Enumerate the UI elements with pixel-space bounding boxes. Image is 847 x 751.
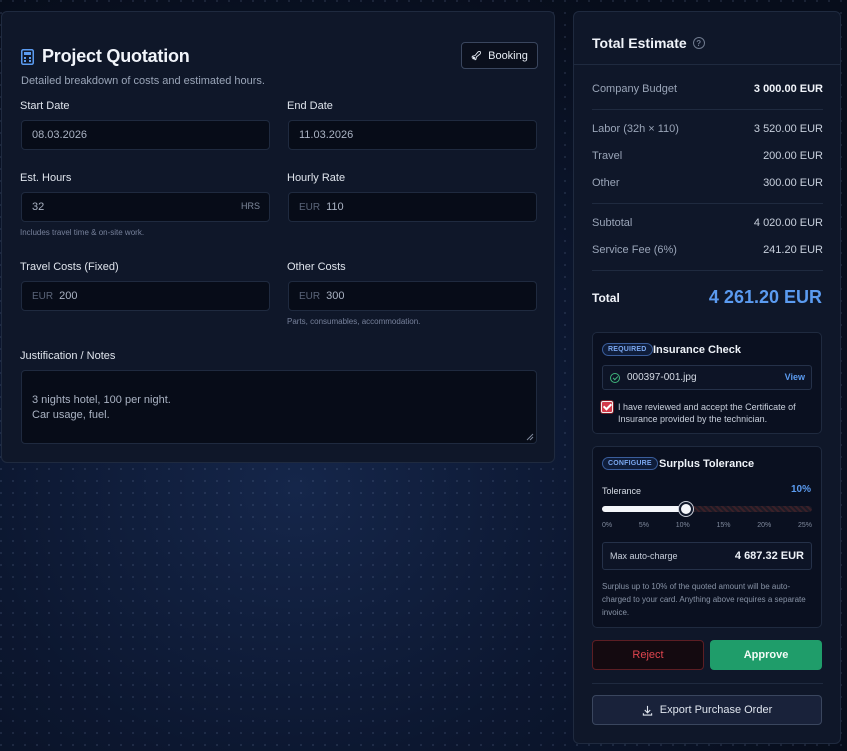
start-date-value: 08.03.2026 [32, 129, 88, 141]
travel-row: Travel 200.00 EUR [592, 150, 823, 162]
file-name: 000397-001.jpg [627, 372, 697, 383]
subtotal-row: Subtotal 4 020.00 EUR [592, 217, 823, 229]
budget-label: Company Budget [592, 83, 677, 95]
required-badge: REQUIRED [602, 343, 653, 356]
est-hours-input[interactable]: 32 HRS [21, 192, 270, 222]
divider [592, 683, 823, 684]
slider-fill [602, 506, 686, 512]
other-row: Other 300.00 EUR [592, 177, 823, 189]
end-date-input[interactable]: 11.03.2026 [288, 120, 537, 150]
travel-costs-value: 200 [59, 290, 78, 302]
other-label: Other [592, 177, 620, 189]
insurance-title: Insurance Check [653, 344, 742, 356]
tolerance-value: 10% [790, 484, 811, 495]
service-fee-row: Service Fee (6%) 241.20 EUR [592, 244, 823, 256]
labor-row: Labor (32h × 110) 3 520.00 EUR [592, 123, 823, 135]
tick-label: 0% [602, 522, 613, 529]
divider [592, 203, 823, 204]
service-fee-value: 241.20 EUR [763, 244, 823, 256]
est-hours-hint: Includes travel time & on-site work. [20, 228, 145, 237]
export-label: Export Purchase Order [659, 704, 773, 716]
insurance-file: 000397-001.jpg View [602, 365, 812, 390]
download-icon [642, 705, 652, 716]
start-date-label: Start Date [20, 100, 70, 112]
notes-value: 3 nights hotel, 100 per night. Car usage… [32, 394, 171, 421]
budget-row: Company Budget 3 000.00 EUR [592, 83, 823, 95]
other-costs-input[interactable]: EUR 300 [288, 281, 537, 311]
end-date-value: 11.03.2026 [299, 129, 354, 141]
view-file-link[interactable]: View [785, 372, 805, 382]
divider [592, 109, 823, 110]
travel-costs-label: Travel Costs (Fixed) [20, 261, 119, 273]
slider-thumb[interactable] [679, 502, 693, 516]
other-costs-label: Other Costs [287, 261, 346, 273]
insurance-check-card: REQUIRED Insurance Check 000397-001.jpg … [592, 332, 822, 434]
budget-value: 3 000.00 EUR [753, 83, 823, 95]
project-quotation-panel: Project Quotation Detailed breakdown of … [1, 11, 555, 463]
currency-prefix: EUR [299, 290, 321, 302]
total-estimate-panel: Total Estimate ? Company Budget 3 000.00… [573, 11, 841, 744]
tick-label: 5% [638, 522, 649, 529]
booking-label: Booking [488, 49, 528, 62]
total-value: 4 261.20 EUR [708, 287, 822, 307]
hourly-rate-label: Hourly Rate [287, 172, 346, 184]
help-icon[interactable]: ? [692, 37, 705, 49]
tolerance-slider[interactable] [602, 502, 812, 516]
total-label: Total [592, 291, 620, 305]
configure-badge: CONFIGURE [602, 457, 658, 470]
travel-value: 200.00 EUR [763, 150, 823, 162]
currency-prefix: EUR [299, 201, 321, 213]
est-hours-label: Est. Hours [20, 172, 72, 184]
insurance-consent-label: I have reviewed and accept the Certifica… [618, 402, 796, 424]
check-circle-icon [610, 372, 620, 383]
subtotal-label: Subtotal [592, 217, 633, 229]
export-purchase-order-button[interactable]: Export Purchase Order [592, 695, 822, 725]
surplus-tolerance-card: CONFIGURE Surplus Tolerance Tolerance 10… [592, 446, 822, 628]
tick-label: 25% [797, 522, 812, 529]
hourly-rate-value: 110 [326, 201, 344, 213]
quotation-header: Project Quotation [21, 46, 190, 67]
notes-label: Justification / Notes [20, 350, 116, 362]
surplus-note: Surplus up to 10% of the quoted amount w… [602, 582, 806, 617]
other-costs-hint: Parts, consumables, accommodation. [287, 317, 421, 326]
max-auto-charge-value: 4 687.32 EUR [734, 550, 804, 562]
booking-button[interactable]: Booking [461, 42, 538, 69]
surplus-title: Surplus Tolerance [659, 458, 755, 470]
labor-value: 3 520.00 EUR [753, 123, 823, 135]
est-hours-value: 32 [32, 201, 45, 213]
reject-button[interactable]: Reject [592, 640, 704, 670]
estimate-title: Total Estimate [592, 35, 687, 51]
max-auto-charge-label: Max auto-charge [610, 551, 678, 561]
max-auto-charge: Max auto-charge 4 687.32 EUR [602, 542, 812, 570]
other-value: 300.00 EUR [763, 177, 823, 189]
page-title: Project Quotation [42, 46, 190, 66]
divider [592, 270, 823, 271]
hours-unit: HRS [240, 201, 260, 211]
slider-ticks: 0% 5% 10% 15% 20% 25% [602, 522, 812, 529]
tolerance-label: Tolerance [602, 486, 642, 496]
estimate-header: Total Estimate ? [574, 12, 840, 65]
tick-label: 10% [675, 522, 690, 529]
currency-prefix: EUR [32, 290, 54, 302]
page-subtitle: Detailed breakdown of costs and estimate… [21, 75, 265, 87]
travel-label: Travel [592, 150, 623, 162]
plane-icon [471, 51, 482, 61]
tick-label: 15% [716, 522, 731, 529]
end-date-label: End Date [287, 100, 333, 112]
service-fee-label: Service Fee (6%) [592, 244, 677, 256]
approve-button[interactable]: Approve [710, 640, 822, 670]
tick-label: 20% [757, 522, 772, 529]
resize-handle-icon[interactable] [526, 433, 534, 441]
insurance-consent-checkbox[interactable] [601, 401, 613, 413]
travel-costs-input[interactable]: EUR 200 [21, 281, 270, 311]
labor-label: Labor (32h × 110) [592, 123, 679, 135]
notes-textarea[interactable]: 3 nights hotel, 100 per night. Car usage… [21, 370, 537, 444]
hourly-rate-input[interactable]: EUR 110 [288, 192, 537, 222]
calculator-icon [21, 48, 34, 65]
subtotal-value: 4 020.00 EUR [753, 217, 823, 229]
other-costs-value: 300 [326, 290, 345, 302]
start-date-input[interactable]: 08.03.2026 [21, 120, 270, 150]
